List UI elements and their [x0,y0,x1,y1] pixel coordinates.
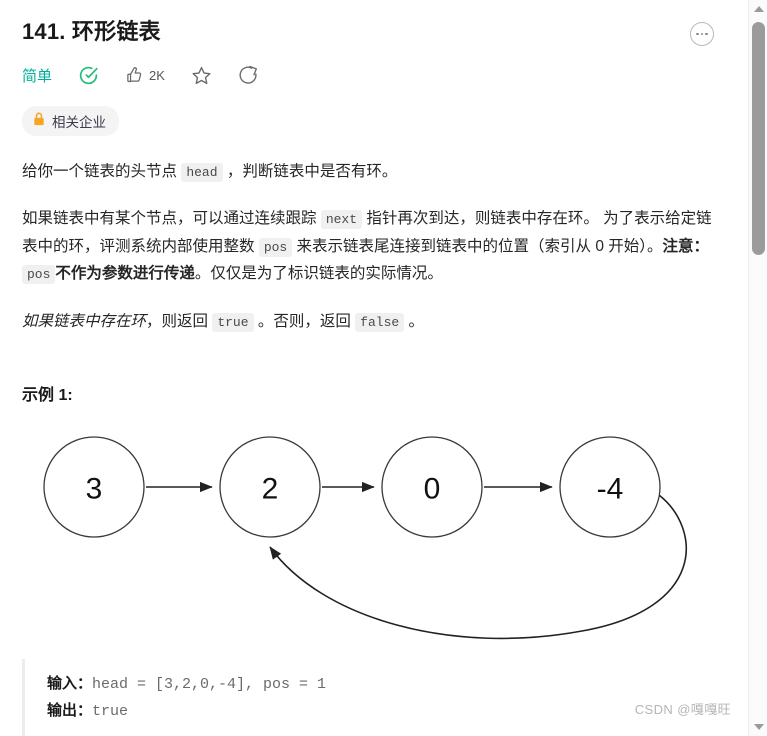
desc-p3-seg3: 。 [404,312,424,330]
thumbs-up-icon [125,66,144,85]
desc-paragraph-3: 如果链表中存在环，则返回 true 。否则，返回 false 。 [22,308,724,336]
check-circle-icon [78,65,99,86]
share-button[interactable] [238,65,259,86]
desc-p2-seg3: 来表示链表尾连接到链表中的位置（索引从 0 开始）。 [292,237,663,255]
like-button[interactable]: 2K [125,66,165,85]
desc-paragraph-2: 如果链表中有某个节点，可以通过连续跟踪 next 指针再次到达，则链表中存在环。… [22,205,724,288]
example-input-value: head = [3,2,0,-4], pos = 1 [92,676,327,694]
example-input-label: 输入： [47,675,93,693]
desc-p1-text-after: ，判断链表中是否有环。 [222,162,398,180]
example-heading: 示例 1: [22,387,73,405]
lock-icon [33,112,45,129]
example-output-value: true [92,703,129,721]
like-count: 2K [149,68,165,84]
desc-paragraph-1: 给你一个链表的头节点 head ，判断链表中是否有环。 [22,158,724,186]
node-label-0: 0 [424,473,441,506]
linked-list-diagram: 3 2 0 -4 [22,419,722,649]
node-2: 2 [219,436,321,539]
desc-p1-text-before: 给你一个链表的头节点 [22,162,182,180]
meta-row: 简单 2K [22,63,724,89]
star-icon [191,65,212,86]
desc-p3-italic: 如果链表中存在环 [22,312,147,330]
node-minus4: -4 [559,436,661,539]
favorite-button[interactable] [191,65,212,86]
page-title: 141. 环形链表 [22,19,161,44]
related-companies-tag[interactable]: 相关企业 [22,105,119,136]
code-chip-true: true [212,312,254,332]
title-row: 141. 环形链表 [22,0,724,47]
code-chip-head: head [181,162,223,182]
example-code-block: 输入：head = [3,2,0,-4], pos = 1 输出：true [22,659,724,736]
desc-p3-seg2: 。否则，返回 [253,312,356,330]
desc-notice-label: 注意： [662,237,710,255]
content-scroll-area[interactable]: 141. 环形链表 简单 2K 相关企业 给你一个链表的头节点 head ，判断… [0,0,748,736]
problem-description: 给你一个链表的头节点 head ，判断链表中是否有环。 如果链表中有某个节点，可… [22,158,724,336]
scrollbar-thumb[interactable] [752,22,765,255]
caret-up-icon[interactable] [749,0,767,18]
vertical-scrollbar[interactable] [748,0,767,736]
share-icon [238,65,259,86]
ellipsis-circle-icon[interactable] [690,22,714,46]
example-output-line: 输出：true [47,698,724,725]
tag-row: 相关企业 [22,105,724,136]
example-output-label: 输出： [47,702,93,720]
desc-p3-seg1: ，则返回 [146,312,213,330]
node-label-3: 3 [86,473,103,506]
problem-page: 141. 环形链表 简单 2K 相关企业 给你一个链表的头节点 head ，判断… [0,0,767,736]
node-label-minus4: -4 [597,473,624,506]
ellipsis-dots [696,32,708,36]
node-3: 3 [43,436,145,539]
related-companies-label: 相关企业 [52,114,106,130]
desc-p2-seg1: 如果链表中有某个节点，可以通过连续跟踪 [22,210,321,228]
code-chip-pos-2: pos [22,265,56,285]
solved-status[interactable] [78,65,99,86]
desc-notice-bold: 不作为参数进行传递 [55,265,195,283]
code-chip-pos-1: pos [258,237,293,257]
difficulty-label: 简单 [22,68,53,86]
node-0: 0 [381,436,483,539]
desc-p2-seg4: 。仅仅是为了标识链表的实际情况。 [194,265,443,283]
caret-down-icon[interactable] [749,718,767,736]
node-label-2: 2 [262,473,279,506]
code-chip-false: false [355,312,405,332]
example-input-line: 输入：head = [3,2,0,-4], pos = 1 [47,671,724,698]
code-chip-next: next [320,210,363,230]
